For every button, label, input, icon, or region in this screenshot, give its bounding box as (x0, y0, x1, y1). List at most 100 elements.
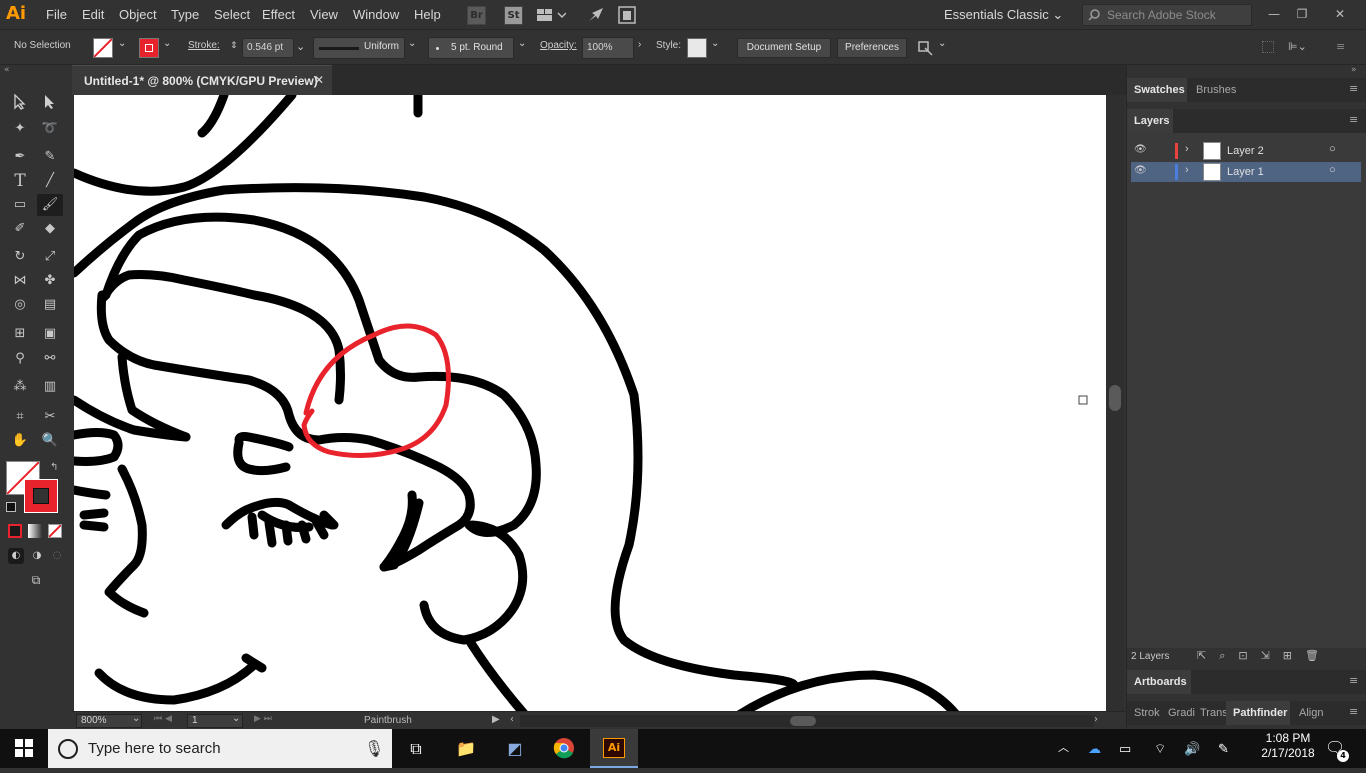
first-artboard-icon[interactable]: ⏮ ◀ (154, 714, 172, 724)
layer-name[interactable]: Layer 2 (1227, 145, 1264, 157)
opacity-input[interactable]: 100% (582, 37, 634, 59)
touch-workspace-icon[interactable] (618, 6, 636, 24)
close-tab-icon[interactable]: ✕ (314, 73, 324, 87)
default-colors-icon[interactable] (6, 502, 16, 512)
task-view-icon[interactable]: ⧉ (392, 729, 440, 768)
microphone-icon[interactable]: 🎙 (364, 739, 384, 758)
stroke-label[interactable]: Stroke: (188, 40, 220, 51)
tab-layers[interactable]: Layers (1134, 115, 1169, 127)
layer-name[interactable]: Layer 1 (1227, 166, 1264, 178)
action-center-icon[interactable]: 🗨 (1325, 729, 1345, 768)
artboard-tool-icon[interactable]: ⌗ (7, 406, 33, 428)
layers-menu-icon[interactable]: ≡ (1349, 113, 1358, 126)
width-tool-icon[interactable]: ⋈ (7, 270, 33, 292)
menu-help[interactable]: Help (414, 7, 441, 22)
color-mode-icon[interactable] (8, 524, 22, 538)
show-hidden-icons-chevron-icon[interactable]: ︿ (1058, 729, 1069, 768)
tab-gradient[interactable]: Gradi (1168, 707, 1195, 719)
illustrator-taskbar-button[interactable]: Ai (590, 729, 638, 768)
visibility-eye-icon[interactable]: 👁 (1134, 144, 1147, 155)
target-circle-icon[interactable]: ○ (1329, 164, 1336, 176)
menu-window[interactable]: Window (353, 7, 399, 22)
pen-workspace-icon[interactable]: ✎ (1218, 729, 1229, 768)
artboard-canvas[interactable] (74, 95, 1106, 711)
tab-brushes[interactable]: Brushes (1196, 84, 1236, 96)
gradient-tool-icon[interactable]: ▣ (37, 323, 63, 345)
tab-stroke[interactable]: Strok (1134, 707, 1160, 719)
chevron-down-icon[interactable]: ⌄ (296, 40, 305, 53)
menu-view[interactable]: View (310, 7, 338, 22)
expand-chevron-icon[interactable]: › (1185, 164, 1189, 176)
vertical-scrollbar[interactable] (1106, 95, 1124, 711)
slice-tool-icon[interactable]: ✂ (37, 406, 63, 428)
workspace-switcher[interactable]: Essentials Classic ⌄ (944, 4, 1070, 26)
eraser-tool-icon[interactable]: ◆ (37, 218, 63, 240)
profile-chevron-icon[interactable]: ⌄ (408, 38, 416, 49)
document-tab[interactable]: Untitled-1* @ 800% (CMYK/GPU Preview) ✕ (72, 65, 332, 95)
menu-edit[interactable]: Edit (82, 7, 104, 22)
menu-type[interactable]: Type (171, 7, 199, 22)
menu-effect[interactable]: Effect (262, 7, 295, 22)
next-artboard-icon[interactable]: ▶ ⏭ (254, 714, 272, 724)
restore-button[interactable]: ❐ (1292, 4, 1312, 24)
chrome-icon[interactable] (540, 729, 588, 768)
document-setup-button[interactable]: Document Setup (737, 38, 831, 58)
artboard-chevron-icon[interactable]: ⌄ (232, 713, 240, 724)
start-windows-icon[interactable] (0, 729, 48, 768)
minimize-button[interactable]: — (1264, 4, 1284, 24)
eyedropper-tool-icon[interactable]: ⚲ (7, 348, 33, 370)
tab-align[interactable]: Align (1299, 707, 1323, 719)
bridge-button[interactable]: Br (467, 6, 486, 25)
opacity-label[interactable]: Opacity: (540, 40, 577, 51)
horizontal-scroll-thumb[interactable] (790, 716, 816, 726)
screen-mode-icon[interactable]: ⧉ (24, 573, 48, 589)
layer-row[interactable]: 👁 › Layer 1 ○ (1131, 162, 1361, 182)
fill-dropdown-chevron-icon[interactable]: ⌄ (118, 38, 126, 49)
pen-tool-icon[interactable]: ✒ (7, 146, 33, 168)
vertical-scroll-thumb[interactable] (1109, 385, 1121, 411)
style-chevron-icon[interactable]: ⌄ (711, 38, 719, 49)
collapse-panel-icon[interactable]: « (4, 65, 10, 75)
target-circle-icon[interactable]: ○ (1329, 143, 1336, 155)
magic-wand-tool-icon[interactable]: ✦ (7, 118, 33, 140)
gpu-performance-icon[interactable] (586, 5, 606, 25)
none-mode-icon[interactable] (48, 524, 62, 538)
paintbrush-tool-icon[interactable]: 🖌 (37, 194, 63, 216)
stroke-swatch[interactable] (139, 38, 159, 58)
battery-icon[interactable]: ▭ (1119, 729, 1131, 768)
stock-button[interactable]: St (504, 6, 523, 25)
stroke-dropdown-chevron-icon[interactable]: ⌄ (163, 38, 171, 49)
variable-width-profile[interactable]: Uniform (313, 37, 405, 59)
curvature-tool-icon[interactable]: ✎ (37, 146, 63, 168)
arrange-chevron-icon[interactable]: ⌄ (938, 38, 946, 49)
scroll-left-icon[interactable]: ‹ (510, 714, 514, 725)
symbol-sprayer-tool-icon[interactable]: ⁂ (7, 376, 33, 398)
menu-object[interactable]: Object (119, 7, 157, 22)
rectangle-tool-icon[interactable]: ▭ (7, 194, 33, 216)
layers-footer-icons[interactable]: ⇱⌕⊡⇲⊞🗑 (1197, 649, 1332, 663)
line-segment-tool-icon[interactable]: ╱ (37, 170, 63, 192)
status-menu-arrow-icon[interactable]: ▶ (492, 714, 500, 725)
graphic-style-swatch[interactable] (687, 38, 707, 58)
stroke-color-swatch[interactable] (24, 479, 58, 513)
zoom-tool-icon[interactable]: 🔍 (37, 430, 63, 452)
volume-icon[interactable]: 🔊 (1184, 729, 1200, 768)
search-input[interactable]: Search Adobe Stock (1082, 4, 1252, 26)
draw-behind-icon[interactable]: ◑ (29, 548, 45, 564)
taskbar-search-input[interactable]: Type here to search (48, 729, 392, 768)
perspective-grid-tool-icon[interactable]: ▤ (37, 294, 63, 316)
onedrive-icon[interactable]: ☁ (1088, 729, 1101, 768)
direct-selection-tool-icon[interactable] (37, 94, 63, 116)
hand-tool-icon[interactable]: ✋ (7, 430, 33, 452)
arrange-icon[interactable] (916, 39, 934, 57)
puppet-warp-tool-icon[interactable]: ✤ (37, 270, 63, 292)
draw-normal-icon[interactable]: ◐ (8, 548, 24, 564)
bottom-panel-menu-icon[interactable]: ≡ (1349, 705, 1358, 718)
selection-tool-icon[interactable] (7, 93, 33, 116)
rotate-tool-icon[interactable]: ↻ (7, 246, 33, 268)
collapse-dock-icon[interactable]: » (1351, 65, 1357, 75)
anchor-handle[interactable] (1078, 395, 1088, 405)
draw-inside-icon[interactable]: ◌ (49, 548, 65, 564)
horizontal-scrollbar[interactable] (520, 715, 1094, 727)
file-explorer-icon[interactable]: 📁 (442, 729, 490, 768)
